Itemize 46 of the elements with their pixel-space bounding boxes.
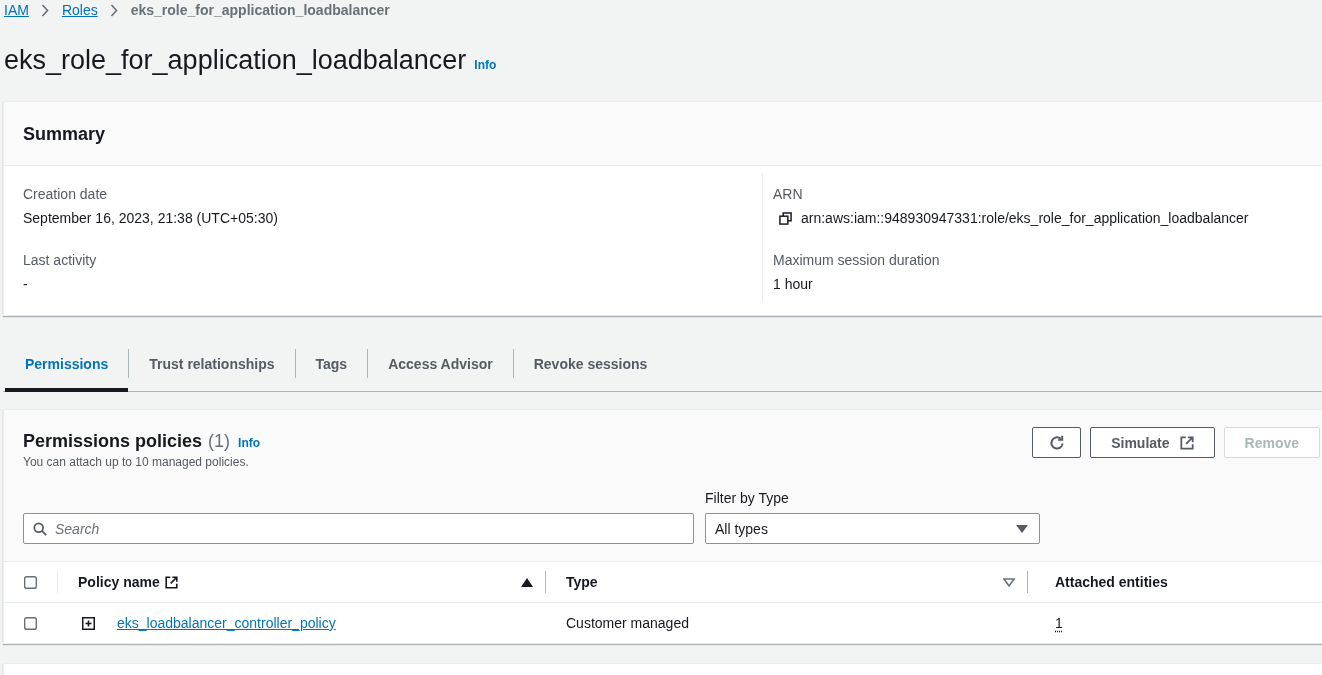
filter-label: Filter by Type <box>705 489 790 508</box>
field-value: 1 hour <box>773 275 813 294</box>
search-icon <box>33 522 47 536</box>
section-description: You can attach up to 10 managed policies. <box>23 454 250 470</box>
field-label: ARN <box>773 185 804 204</box>
checkbox[interactable] <box>24 616 37 630</box>
tab[interactable]: Revoke sessions <box>513 336 668 392</box>
section-title: Permissions policies <box>23 430 203 452</box>
refresh-icon <box>1048 434 1065 451</box>
field-label: Maximum session duration <box>773 251 941 270</box>
field-value: - <box>23 275 28 294</box>
field-value: arn:aws:iam::948930947331:role/eks_role_for_application_loadbalancer <box>801 209 1249 228</box>
refresh-button[interactable] <box>1032 427 1082 458</box>
chevron-right-icon <box>109 3 118 17</box>
card-title: Summary <box>23 122 106 145</box>
column-header[interactable]: Type <box>566 574 598 590</box>
tab[interactable]: Permissions <box>5 336 129 392</box>
type-select[interactable]: All types <box>705 513 1040 544</box>
external-link-icon <box>1179 435 1194 450</box>
info-link[interactable]: Info <box>238 436 261 450</box>
copy-icon[interactable] <box>779 211 792 225</box>
policy-count: (1) <box>208 431 231 452</box>
tab[interactable]: Access Advisor <box>368 336 513 392</box>
sort-ascending-icon[interactable] <box>521 577 533 587</box>
tab[interactable]: Tags <box>295 336 368 392</box>
breadcrumb-link[interactable]: IAM <box>4 0 29 20</box>
caret-down-icon <box>1016 524 1028 533</box>
chevron-right-icon <box>40 3 49 17</box>
column-header[interactable]: Policy name <box>78 574 160 590</box>
info-link[interactable]: Info <box>474 58 497 72</box>
expand-icon[interactable] <box>82 616 95 630</box>
sort-icon[interactable] <box>1003 577 1015 587</box>
field-label: Creation date <box>23 185 109 204</box>
tab[interactable]: Trust relationships <box>129 336 295 392</box>
page-title: eks_role_for_application_loadbalancer <box>4 44 467 77</box>
field-label: Last activity <box>23 251 98 270</box>
policy-type: Customer managed <box>566 615 689 631</box>
checkbox[interactable] <box>24 575 37 589</box>
simulate-button[interactable]: Simulate <box>1090 427 1215 458</box>
attached-entities-count[interactable]: 1 <box>1055 615 1063 631</box>
search-field[interactable]: Search <box>23 513 694 544</box>
policy-link[interactable]: eks_loadbalancer_controller_policy <box>117 615 336 631</box>
field-value: September 16, 2023, 21:38 (UTC+05:30) <box>23 209 278 228</box>
column-header[interactable]: Attached entities <box>1055 574 1168 590</box>
breadcrumb-current: eks_role_for_application_loadbalancer <box>130 1 390 20</box>
breadcrumb-link[interactable]: Roles <box>61 0 98 20</box>
